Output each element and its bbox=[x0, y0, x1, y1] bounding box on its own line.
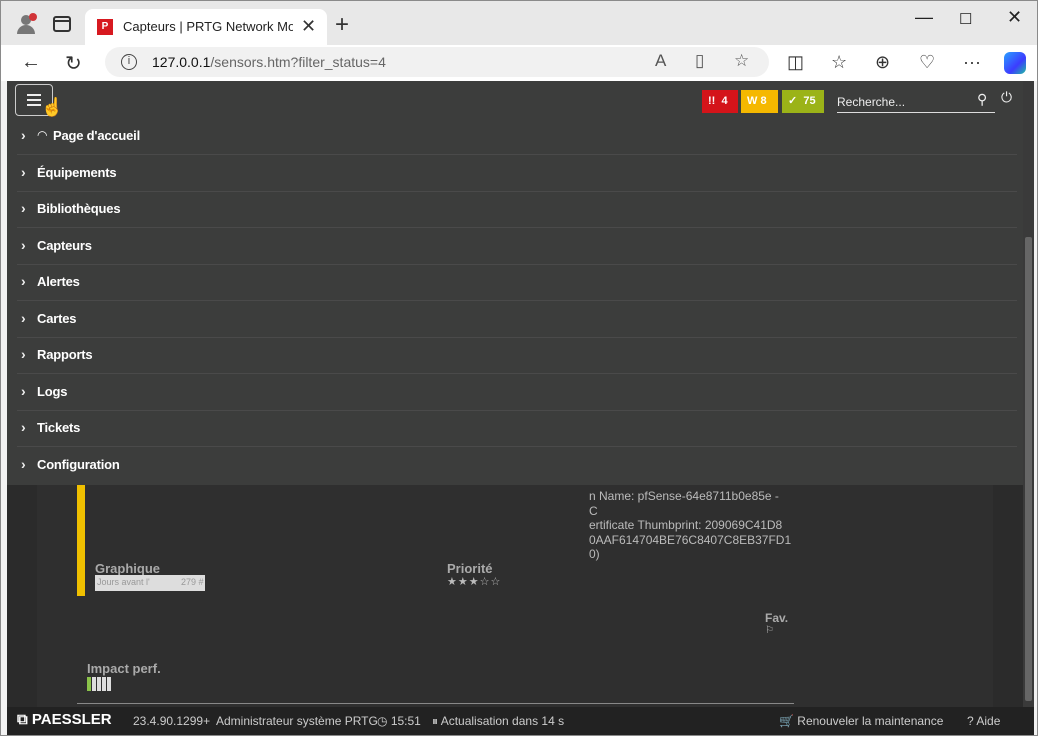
divider bbox=[77, 703, 794, 704]
menu-item-home[interactable]: › ◠ Page d'accueil bbox=[17, 119, 1017, 155]
more-icon[interactable]: ··· bbox=[963, 52, 981, 73]
maximize-icon[interactable]: ☐ bbox=[959, 10, 972, 28]
help-icon: ? bbox=[967, 714, 974, 728]
copilot-icon[interactable] bbox=[1004, 52, 1026, 74]
ok-badge[interactable]: ✓ 75 bbox=[782, 90, 824, 113]
browser-tab[interactable]: P Capteurs | PRTG Network Monito ✕ bbox=[85, 9, 327, 45]
chevron-right-icon: › bbox=[21, 346, 26, 362]
paessler-logo[interactable]: ⧉ PAESSLER bbox=[17, 711, 112, 728]
renew-maintenance-link[interactable]: 🛒 Renouveler la maintenance bbox=[779, 714, 943, 728]
collections-icon[interactable]: ⊕ bbox=[875, 52, 890, 73]
chevron-right-icon: › bbox=[21, 127, 26, 143]
priority-stars[interactable]: ★★★☆☆ bbox=[447, 575, 501, 588]
chevron-right-icon: › bbox=[21, 419, 26, 435]
prtg-top-bar: ☝ !! 4 W 8 ✓ 75 Recherche... ⚲ ⏻ bbox=[7, 81, 1023, 121]
fav-label: Fav. bbox=[765, 611, 789, 625]
certificate-info: n Name: pfSense-64e8711b0e85e - C ertifi… bbox=[589, 489, 792, 561]
favorites-icon[interactable]: ☆ bbox=[831, 52, 847, 73]
mini-chart[interactable]: Jours avant l' 279 # bbox=[95, 575, 205, 591]
pause-icon: ⏸ bbox=[432, 714, 439, 728]
cart-icon: 🛒 bbox=[779, 714, 794, 728]
close-icon[interactable]: ✕ bbox=[301, 16, 316, 37]
minimize-icon[interactable]: — bbox=[915, 7, 933, 28]
url-text[interactable]: 127.0.0.1/sensors.htm?filter_status=4 bbox=[152, 54, 386, 70]
paessler-icon: ⧉ bbox=[17, 711, 28, 728]
read-aloud-icon[interactable]: A bbox=[655, 51, 666, 71]
perf-impact-label: Impact perf. bbox=[87, 661, 161, 676]
tab-title: Capteurs | PRTG Network Monito bbox=[123, 19, 293, 34]
prtg-favicon-icon: P bbox=[97, 19, 113, 35]
immersive-reader-icon[interactable]: ▯ bbox=[695, 51, 704, 71]
user-link[interactable]: Administrateur système PRTG bbox=[216, 714, 378, 728]
favorite-icon[interactable]: ☆ bbox=[734, 51, 749, 71]
chevron-right-icon: › bbox=[21, 309, 26, 326]
tab-actions-icon[interactable] bbox=[53, 16, 71, 32]
split-screen-icon[interactable]: ◫ bbox=[787, 52, 804, 73]
search-icon[interactable]: ⚲ bbox=[977, 91, 987, 108]
clock-time: ◷ 15:51 bbox=[377, 714, 421, 728]
warnings-badge[interactable]: W 8 bbox=[741, 90, 778, 113]
status-footer: ⧉ PAESSLER 23.4.90.1299+ Administrateur … bbox=[7, 707, 1034, 735]
power-icon[interactable]: ⏻ bbox=[1001, 89, 1012, 106]
menu-item-maps[interactable]: › Cartes bbox=[17, 302, 1017, 338]
menu-item-reports[interactable]: › Rapports bbox=[17, 338, 1017, 374]
chevron-right-icon: › bbox=[21, 455, 26, 472]
scrollbar-thumb[interactable] bbox=[1025, 237, 1032, 701]
menu-item-sensors[interactable]: › Capteurs bbox=[17, 229, 1017, 265]
menu-item-libraries[interactable]: › Bibliothèques bbox=[17, 192, 1017, 228]
status-bar-warning bbox=[77, 485, 85, 596]
menu-item-logs[interactable]: › Logs bbox=[17, 375, 1017, 411]
alarms-badge[interactable]: !! 4 bbox=[702, 90, 738, 113]
main-menu: › ◠ Page d'accueil › Équipements › Bibliothè… bbox=[7, 119, 1023, 485]
prtg-app: n Name: pfSense-64e8711b0e85e - C ertifi… bbox=[7, 81, 1034, 735]
gauge-icon: ◠ bbox=[37, 128, 48, 142]
chevron-right-icon: › bbox=[21, 163, 26, 180]
health-icon[interactable]: ♡ bbox=[919, 52, 935, 73]
clock-icon: ◷ bbox=[377, 714, 388, 728]
new-tab-icon[interactable]: + bbox=[335, 11, 349, 39]
perf-impact-bars bbox=[87, 677, 113, 691]
back-icon[interactable]: ← bbox=[21, 51, 41, 74]
menu-item-tickets[interactable]: › Tickets bbox=[17, 411, 1017, 447]
navigation-bar: ← ↻ i 127.0.0.1/sensors.htm?filter_statu… bbox=[1, 45, 1037, 81]
browser-window: P Capteurs | PRTG Network Monito ✕ + — ☐… bbox=[0, 0, 1038, 736]
menu-item-configuration[interactable]: › Configuration bbox=[17, 448, 1017, 484]
flag-icon[interactable]: ⚐ bbox=[765, 625, 774, 636]
search-input[interactable]: Recherche... ⚲ bbox=[837, 91, 995, 113]
chevron-right-icon: › bbox=[21, 273, 26, 289]
chevron-right-icon: › bbox=[21, 200, 26, 216]
menu-item-devices[interactable]: › Équipements bbox=[17, 156, 1017, 192]
help-link[interactable]: ? Aide bbox=[967, 714, 1000, 728]
hand-cursor-icon: ☝ bbox=[41, 97, 64, 117]
priority-label: Priorité bbox=[447, 561, 493, 576]
graph-label: Graphique bbox=[95, 561, 161, 576]
info-icon[interactable]: i bbox=[121, 54, 137, 70]
refresh-status[interactable]: ⏸ Actualisation dans 14 s bbox=[432, 714, 564, 729]
chevron-right-icon: › bbox=[21, 382, 26, 399]
chevron-right-icon: › bbox=[21, 236, 26, 253]
sensor-details-panel: n Name: pfSense-64e8711b0e85e - C ertifi… bbox=[37, 485, 993, 707]
scrollbar[interactable] bbox=[1023, 81, 1034, 707]
version-text: 23.4.90.1299+ bbox=[133, 714, 211, 728]
tab-bar: P Capteurs | PRTG Network Monito ✕ + — ☐… bbox=[1, 1, 1037, 45]
close-window-icon[interactable]: ✕ bbox=[1007, 7, 1022, 28]
profile-icon[interactable] bbox=[15, 13, 37, 35]
reload-icon[interactable]: ↻ bbox=[65, 51, 82, 76]
address-bar[interactable]: i 127.0.0.1/sensors.htm?filter_status=4 … bbox=[105, 47, 769, 77]
menu-item-alerts[interactable]: › Alertes bbox=[17, 265, 1017, 301]
